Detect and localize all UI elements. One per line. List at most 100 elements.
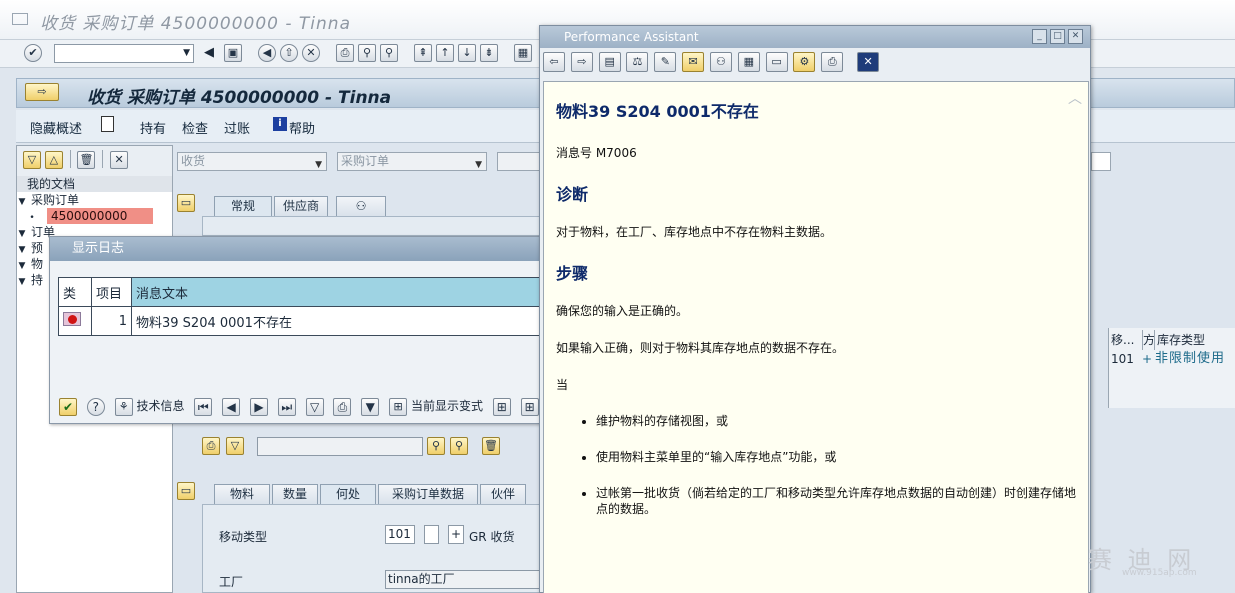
tree-node-label: 物 xyxy=(31,257,44,271)
tab-where[interactable]: 何处 xyxy=(320,484,376,504)
next-icon[interactable]: ▶ xyxy=(249,397,268,416)
step-text-1: 确保您的输入是正确的。 xyxy=(556,304,689,318)
col-stock-type[interactable]: 库存类型 xyxy=(1154,330,1205,350)
save-layout-icon[interactable]: ⊞ xyxy=(492,397,511,416)
action-combo[interactable]: 收货 ▼ xyxy=(177,152,327,171)
log-row[interactable]: 1 物料39 S204 0001不存在 xyxy=(58,306,542,336)
item-filter-icon[interactable]: ▽ xyxy=(226,437,244,455)
log-message: 物料39 S204 0001不存在 xyxy=(131,306,542,336)
forward-arrow-icon[interactable]: ⇨ xyxy=(570,52,593,72)
next-page-icon[interactable]: ↓ xyxy=(458,44,476,62)
print-icon[interactable]: ⎙ xyxy=(336,44,354,62)
item-toggle-icon[interactable]: ▭ xyxy=(177,482,195,500)
edit-icon[interactable]: ✎ xyxy=(654,52,677,72)
tab-material[interactable]: 物料 xyxy=(214,484,270,504)
item-find-icon[interactable]: ⚲ xyxy=(427,437,445,455)
tech-info-icon: ⚘ xyxy=(114,398,133,416)
last-icon[interactable]: ⏭ xyxy=(277,397,296,416)
structure-icon[interactable]: ⚖ xyxy=(626,52,649,72)
new-session-icon[interactable]: ▦ xyxy=(514,44,532,62)
expand-icon[interactable]: ▽ xyxy=(23,150,41,169)
menu-icon[interactable]: ⇨ xyxy=(25,83,59,101)
exit-icon[interactable]: ⇧ xyxy=(280,44,298,62)
glossary-icon[interactable]: ▤ xyxy=(598,52,621,72)
special-stock-field[interactable] xyxy=(424,525,439,544)
item-delete-icon[interactable]: 🗑 xyxy=(482,437,500,455)
maximize-icon[interactable]: □ xyxy=(1050,29,1065,44)
item-find-next-icon[interactable]: ⚲ xyxy=(450,437,468,455)
print-preview-icon[interactable]: ⎙ xyxy=(333,397,352,416)
tab-general[interactable]: 常规 xyxy=(214,196,272,216)
help-button[interactable]: 帮助 xyxy=(289,118,315,137)
tab-vendor[interactable]: 供应商 xyxy=(274,196,328,216)
prev-icon[interactable]: ◀ xyxy=(222,397,241,416)
enter-icon[interactable]: ✔ xyxy=(24,44,42,62)
find-next-icon[interactable]: ⚲ xyxy=(380,44,398,62)
reference-combo[interactable]: 采购订单 ▼ xyxy=(337,152,487,171)
collapse-icon[interactable]: △ xyxy=(44,150,63,169)
copy-layout-icon[interactable]: ⊞ xyxy=(520,397,539,416)
prev-page-icon[interactable]: ↑ xyxy=(436,44,454,62)
step-text-2: 如果输入正确，则对于物料其库存地点的数据不存在。 xyxy=(556,341,845,355)
list-item: 过帐第一批收货（倘若给定的工厂和移动类型允许库存地点数据的自动创建）时创建存储地… xyxy=(596,485,1076,517)
new-document-icon[interactable] xyxy=(101,116,114,132)
col-item[interactable]: 项目 xyxy=(91,277,132,307)
delete-icon[interactable]: 🗑 xyxy=(77,150,96,169)
close-icon[interactable]: ✕ xyxy=(110,150,129,169)
back-arrow-icon[interactable]: ⇦ xyxy=(543,52,565,72)
check-button[interactable]: 检查 xyxy=(182,118,208,137)
minimize-icon[interactable]: _ xyxy=(1032,29,1047,44)
filter-icon[interactable]: ▽ xyxy=(305,397,324,416)
list-item: 使用物料主菜单里的“输入库存地点”功能，或 xyxy=(596,449,1076,465)
pa-content: 物料39 S204 0001不存在 消息号 M7006 诊断 对于物料，在工厂、… xyxy=(543,81,1089,593)
tree-node-label: 4500000000 xyxy=(47,208,153,224)
log-item: 1 xyxy=(91,306,132,336)
post-button[interactable]: 过账 xyxy=(224,118,250,137)
tab-po-data[interactable]: 采购订单数据 xyxy=(378,484,478,504)
tree-node-label: 采购订单 xyxy=(31,193,80,207)
tree-node[interactable]: ▼ 采购订单 xyxy=(17,192,172,208)
tab-partner[interactable]: 伙伴 xyxy=(480,484,526,504)
movement-type-field[interactable]: 101 xyxy=(385,525,415,544)
scroll-up-icon[interactable]: ︿ xyxy=(1068,88,1082,108)
printer-icon[interactable]: ⎙ xyxy=(821,52,844,72)
close-window-icon[interactable]: ✕ xyxy=(1068,29,1083,44)
help-icon[interactable]: ? xyxy=(86,397,105,416)
cell-movement: 101 xyxy=(1111,352,1134,366)
reference-field[interactable] xyxy=(497,152,543,171)
sort-icon[interactable]: ▼ xyxy=(361,397,380,416)
col-sign[interactable]: 方 xyxy=(1142,330,1154,350)
note-icon[interactable]: ✉ xyxy=(682,52,705,72)
col-movement[interactable]: 移... xyxy=(1111,330,1141,350)
technical-info-button[interactable]: ⚘ 技术信息 xyxy=(114,397,185,416)
side-field[interactable] xyxy=(1091,152,1111,171)
back-icon[interactable]: ◀ xyxy=(258,44,276,62)
current-variant-button[interactable]: ⊞ 当前显示变式 xyxy=(389,397,483,416)
users-icon[interactable]: ⚇ xyxy=(709,52,732,72)
back-arrow-icon[interactable]: ◀ xyxy=(204,45,214,60)
tab-people[interactable]: ⚇ xyxy=(336,196,386,216)
save-icon[interactable]: ▣ xyxy=(224,44,242,62)
col-type[interactable]: 类 xyxy=(58,277,92,307)
item-search-field[interactable] xyxy=(257,437,423,456)
col-message[interactable]: 消息文本 xyxy=(131,277,542,307)
tab-quantity[interactable]: 数量 xyxy=(272,484,318,504)
last-page-icon[interactable]: ⇟ xyxy=(480,44,498,62)
table-icon[interactable]: ▦ xyxy=(737,52,760,72)
cancel-icon[interactable]: ✕ xyxy=(302,44,320,62)
item-ok-icon[interactable]: ⎙ xyxy=(202,437,220,455)
first-icon[interactable]: ⏮ xyxy=(194,397,213,416)
first-page-icon[interactable]: ⇞ xyxy=(414,44,432,62)
hold-button[interactable]: 持有 xyxy=(140,118,166,137)
tree-node[interactable]: • 4500000000 xyxy=(17,208,172,224)
hide-overview-button[interactable]: 隐藏概述 xyxy=(30,118,82,137)
command-field[interactable]: ▼ xyxy=(54,44,194,63)
confirm-icon[interactable]: ✔ xyxy=(59,397,77,416)
window-title: 收货 采购订单 4500000000 - Tinna xyxy=(40,14,351,34)
header-toggle-icon[interactable]: ▭ xyxy=(177,194,195,212)
window-icon[interactable]: ▭ xyxy=(765,52,788,72)
setting-icon[interactable]: ⚙ xyxy=(793,52,816,72)
exit-icon[interactable]: ✕ xyxy=(857,52,880,72)
find-icon[interactable]: ⚲ xyxy=(358,44,376,62)
expand-arrow-icon: ▼ xyxy=(18,229,26,239)
